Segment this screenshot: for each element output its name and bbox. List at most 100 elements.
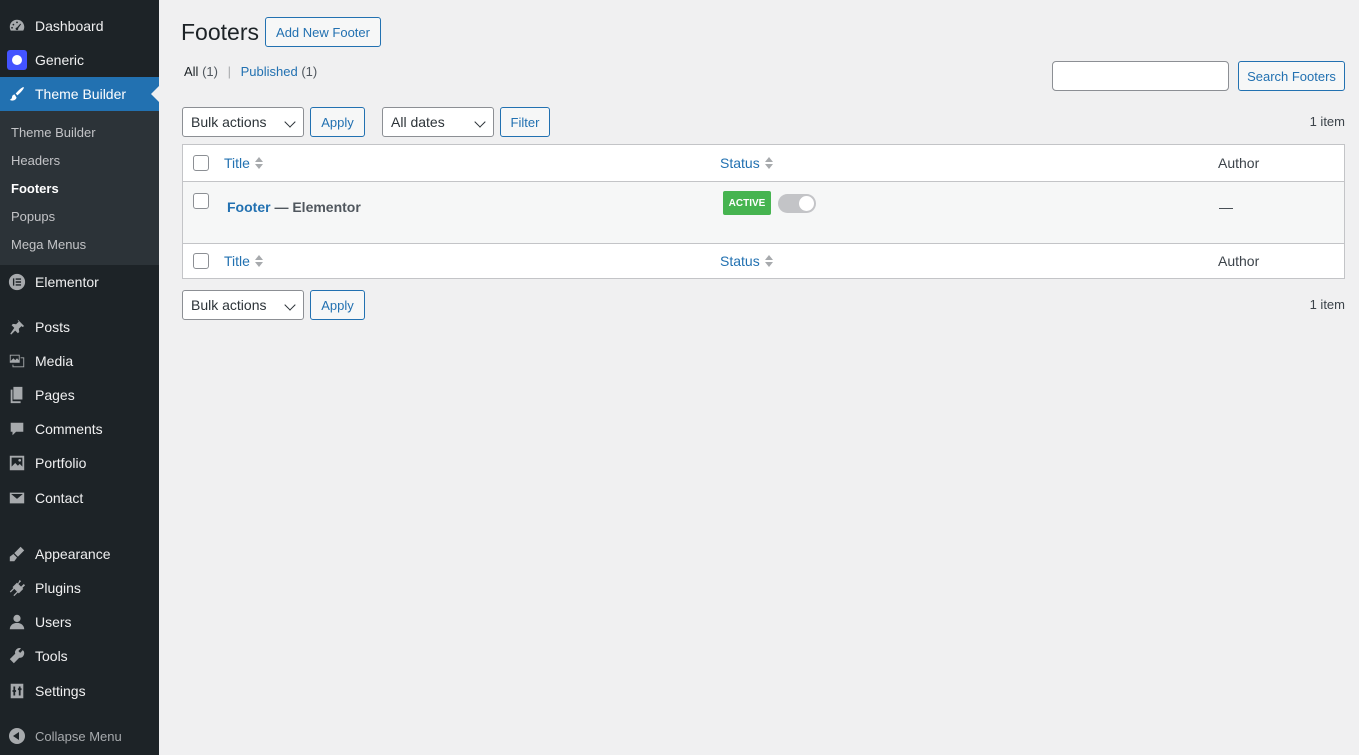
menu-item-settings[interactable]: Settings <box>0 674 159 708</box>
items-count-bottom: 1 item <box>1309 297 1345 312</box>
menu-label: Settings <box>35 683 86 699</box>
menu-item-pages[interactable]: Pages <box>0 378 159 412</box>
menu-item-tools[interactable]: Tools <box>0 639 159 673</box>
menu-label: Elementor <box>35 274 99 290</box>
column-author-label: Author <box>1218 155 1260 171</box>
menu-item-dashboard[interactable]: Dashboard <box>0 9 159 43</box>
media-icon <box>6 351 28 371</box>
settings-icon <box>6 681 28 701</box>
view-all-count: (1) <box>202 64 218 79</box>
submenu-item-popups[interactable]: Popups <box>11 209 55 224</box>
table-row: Footer — Elementor ACTIVE — <box>183 182 1344 243</box>
collapse-icon <box>6 726 28 746</box>
generic-logo-icon <box>6 50 28 70</box>
user-icon <box>6 612 28 632</box>
row-author: — <box>1219 199 1233 215</box>
view-published-count: (1) <box>301 64 318 79</box>
menu-item-portfolio[interactable]: Portfolio <box>0 446 159 480</box>
add-new-footer-button[interactable]: Add New Footer <box>265 17 381 47</box>
sort-icon <box>764 157 773 169</box>
wrench-icon <box>6 646 28 666</box>
filter-button[interactable]: Filter <box>500 107 550 137</box>
menu-label: Comments <box>35 421 103 437</box>
search-footers-button[interactable]: Search Footers <box>1238 61 1345 91</box>
pin-icon <box>6 317 28 337</box>
menu-label: Portfolio <box>35 455 87 471</box>
footers-table: Title Status Author Footer — Elementor A… <box>182 144 1345 279</box>
row-title: Footer — Elementor <box>227 199 361 215</box>
row-checkbox[interactable] <box>193 193 209 209</box>
menu-label: Tools <box>35 648 68 664</box>
status-badge: ACTIVE <box>723 191 771 215</box>
column-title-sort-footer[interactable]: Title <box>224 253 263 269</box>
toggle-knob <box>799 196 814 211</box>
comment-icon <box>6 419 28 439</box>
column-author-label: Author <box>1218 253 1260 269</box>
view-all-link[interactable]: All <box>184 64 198 79</box>
menu-label: Pages <box>35 387 75 403</box>
elementor-icon <box>6 272 28 292</box>
menu-label: Users <box>35 614 72 630</box>
search-input[interactable] <box>1052 61 1229 91</box>
menu-item-plugins[interactable]: Plugins <box>0 571 159 605</box>
menu-label: Appearance <box>35 546 111 562</box>
sort-icon <box>254 157 263 169</box>
submenu-item-headers[interactable]: Headers <box>11 153 60 168</box>
portfolio-icon <box>6 453 28 473</box>
page-title: Footers <box>181 19 259 45</box>
dates-filter-value: All dates <box>391 114 445 130</box>
table-footer: Title Status Author <box>183 243 1344 278</box>
admin-sidebar: Dashboard Generic Theme Builder Theme Bu… <box>0 0 159 755</box>
menu-item-generic[interactable]: Generic <box>0 43 159 77</box>
row-title-suffix: — Elementor <box>274 199 361 215</box>
column-status-sort-footer[interactable]: Status <box>720 253 773 269</box>
column-title-label: Title <box>224 253 250 269</box>
apply-button-bottom[interactable]: Apply <box>310 290 365 320</box>
menu-item-appearance[interactable]: Appearance <box>0 537 159 571</box>
collapse-label: Collapse Menu <box>35 728 122 744</box>
plugin-icon <box>6 578 28 598</box>
submenu-item-theme-builder[interactable]: Theme Builder <box>11 125 96 140</box>
menu-label: Dashboard <box>35 18 104 34</box>
menu-item-contact[interactable]: Contact <box>0 481 159 515</box>
status-toggle[interactable] <box>778 194 816 213</box>
sort-icon <box>764 255 773 267</box>
menu-label: Plugins <box>35 580 81 596</box>
theme-builder-submenu: Theme Builder Headers Footers Popups Meg… <box>0 111 159 265</box>
view-separator: | <box>227 64 231 79</box>
column-status-sort[interactable]: Status <box>720 155 773 171</box>
select-all-checkbox-footer[interactable] <box>193 253 209 269</box>
menu-label: Posts <box>35 319 71 335</box>
sort-icon <box>254 255 263 267</box>
main-content: Footers Add New Footer All (1) | Publish… <box>159 0 1359 755</box>
menu-item-media[interactable]: Media <box>0 344 159 378</box>
dates-filter-select[interactable]: All dates <box>382 107 494 137</box>
chevron-down-icon <box>474 116 486 128</box>
menu-item-comments[interactable]: Comments <box>0 412 159 446</box>
bulk-actions-value: Bulk actions <box>191 297 267 313</box>
menu-item-users[interactable]: Users <box>0 605 159 639</box>
row-title-link[interactable]: Footer <box>227 199 271 215</box>
bulk-actions-value: Bulk actions <box>191 114 267 130</box>
appearance-icon <box>6 544 28 564</box>
brush-icon <box>6 84 28 104</box>
submenu-item-mega-menus[interactable]: Mega Menus <box>11 237 86 252</box>
view-filters: All (1) | Published (1) <box>184 64 317 79</box>
menu-item-elementor[interactable]: Elementor <box>0 265 159 299</box>
view-published-link[interactable]: Published <box>241 64 298 79</box>
column-title-label: Title <box>224 155 250 171</box>
column-status-label: Status <box>720 155 760 171</box>
pages-icon <box>6 385 28 405</box>
items-count: 1 item <box>1309 114 1345 129</box>
menu-item-theme-builder[interactable]: Theme Builder <box>0 77 159 111</box>
dashboard-icon <box>6 16 28 36</box>
apply-button[interactable]: Apply <box>310 107 365 137</box>
bulk-actions-select[interactable]: Bulk actions <box>182 107 304 137</box>
menu-item-posts[interactable]: Posts <box>0 310 159 344</box>
submenu-item-footers[interactable]: Footers <box>11 181 59 196</box>
column-title-sort[interactable]: Title <box>224 155 263 171</box>
collapse-menu-button[interactable]: Collapse Menu <box>0 719 159 753</box>
column-status-label: Status <box>720 253 760 269</box>
select-all-checkbox[interactable] <box>193 155 209 171</box>
bulk-actions-select-bottom[interactable]: Bulk actions <box>182 290 304 320</box>
